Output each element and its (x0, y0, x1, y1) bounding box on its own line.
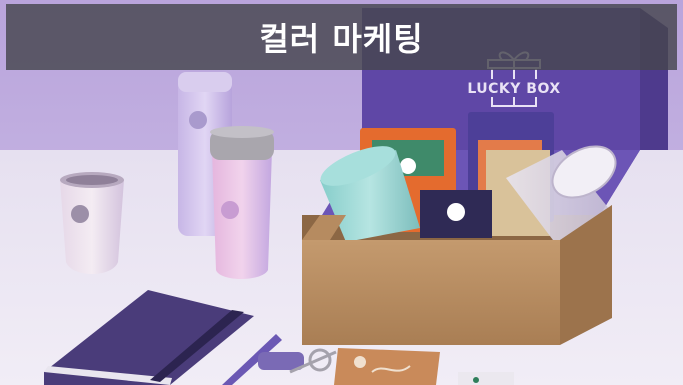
tumbler-logo-icon (189, 111, 207, 129)
small-card-icon (473, 377, 479, 383)
box-label: LUCKY BOX (467, 81, 560, 97)
box-front (302, 240, 560, 345)
ceramic-cup (60, 172, 124, 274)
cup-logo-icon (71, 205, 89, 223)
title-banner: 컬러 마케팅 (6, 4, 677, 70)
gift-card-logo-icon (354, 356, 366, 368)
coffee-box-logo-icon (447, 203, 465, 221)
product-photo-scene: LUCKY BOX 컬러 마케팅 (0, 0, 683, 385)
pink-tumbler-logo-icon (221, 201, 239, 219)
gift-card (334, 348, 440, 385)
pink-tumbler (210, 126, 274, 279)
small-card (458, 372, 514, 385)
page-title: 컬러 마케팅 (259, 20, 424, 58)
